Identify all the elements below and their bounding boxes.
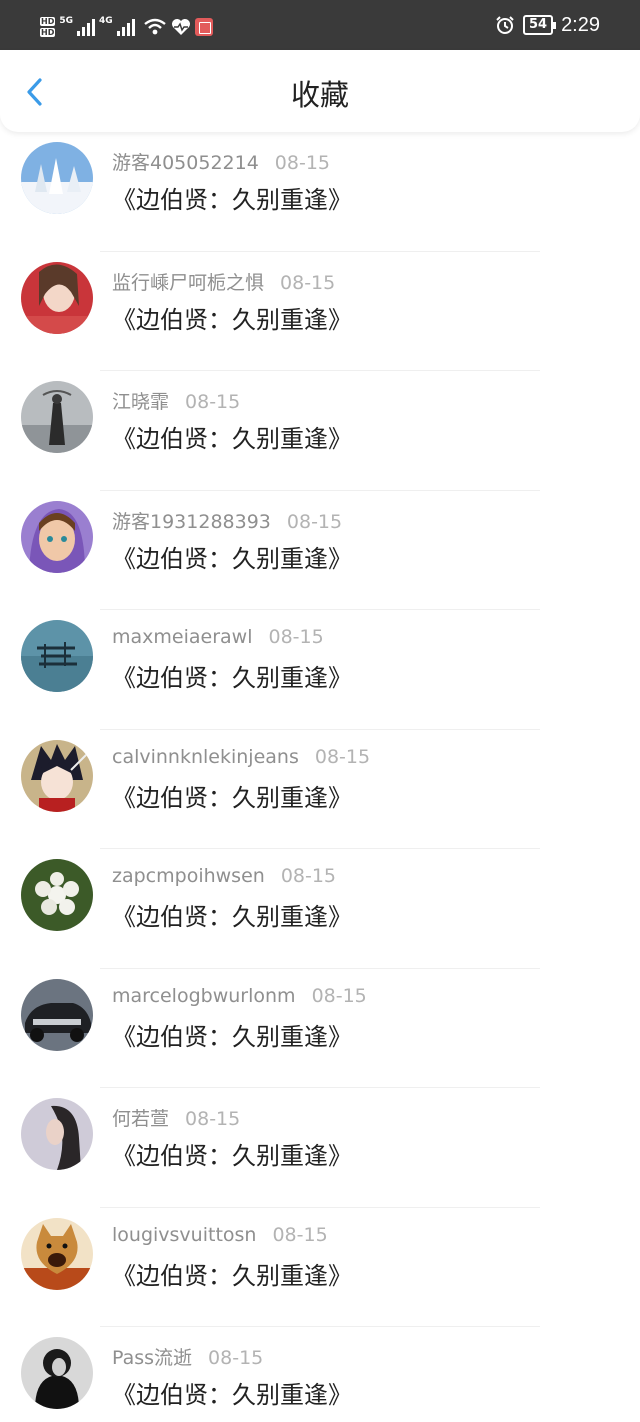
hd-indicator: HD HD: [40, 16, 56, 38]
avatar[interactable]: [21, 620, 93, 692]
hd-badge-2: HD: [40, 28, 56, 37]
username[interactable]: 监行嵊尸呵栀之惧: [112, 272, 264, 294]
username[interactable]: zapcmpoihwsen: [112, 865, 265, 887]
list-item[interactable]: 游客1931288393 08-15 《边伯贤：久别重逢》: [0, 491, 640, 610]
list-item[interactable]: marcelogbwurlonm 08-15 《边伯贤：久别重逢》: [0, 969, 640, 1088]
alarm-icon: [496, 16, 514, 34]
item-meta: Pass流逝 08-15: [112, 1343, 263, 1370]
list-item[interactable]: maxmeiaerawl 08-15 《边伯贤：久别重逢》: [0, 610, 640, 730]
book-title[interactable]: 《边伯贤：久别重逢》: [112, 1136, 352, 1171]
date: 08-15: [208, 1347, 264, 1369]
book-title[interactable]: 《边伯贤：久别重逢》: [112, 1017, 352, 1052]
reader-app-icon: [194, 18, 213, 36]
item-meta: 何若萱 08-15: [112, 1104, 240, 1131]
status-bar: HD HD 5G 4G 54 2:29: [0, 0, 640, 50]
heart-rate-icon: [171, 19, 190, 35]
battery-icon: 54: [522, 15, 557, 35]
username[interactable]: maxmeiaerawl: [112, 626, 252, 648]
username[interactable]: lougivsvuittosn: [112, 1224, 256, 1246]
book-title[interactable]: 《边伯贤：久别重逢》: [112, 897, 352, 932]
signal-icon-2: [116, 18, 135, 36]
item-meta: calvinnknlekinjeans 08-15: [112, 746, 370, 768]
favorites-list: 游客405052214 08-15 《边伯贤：久别重逢》 监行嵊尸呵栀之惧 08-1…: [0, 132, 640, 1422]
status-right: 54 2:29: [495, 12, 600, 38]
avatar[interactable]: [21, 261, 93, 334]
date: 08-15: [268, 626, 324, 648]
item-meta: 游客1931288393 08-15: [112, 507, 342, 534]
network-type-2: 4G: [99, 16, 113, 26]
avatar[interactable]: [21, 859, 93, 931]
date: 08-15: [185, 391, 241, 413]
page-title: 收藏: [290, 78, 349, 112]
book-title[interactable]: 《边伯贤：久别重逢》: [112, 419, 352, 454]
avatar[interactable]: [21, 1217, 93, 1290]
clock: 2:29: [561, 13, 600, 36]
avatar[interactable]: [21, 978, 93, 1051]
date: 08-15: [311, 984, 367, 1007]
book-title[interactable]: 《边伯贤：久别重逢》: [112, 1375, 352, 1410]
book-title[interactable]: 《边伯贤：久别重逢》: [112, 1256, 352, 1291]
list-item[interactable]: calvinnknlekinjeans 08-15 《边伯贤：久别重逢》: [0, 730, 640, 849]
username[interactable]: Pass流逝: [112, 1347, 192, 1369]
avatar[interactable]: [21, 381, 93, 453]
username[interactable]: marcelogbwurlonm: [112, 985, 296, 1007]
list-item[interactable]: 江晓霏 08-15 《边伯贤：久别重逢》: [0, 371, 640, 491]
date: 08-15: [185, 1108, 241, 1130]
signal-icon-1: [77, 18, 95, 36]
avatar[interactable]: [21, 1337, 93, 1409]
date: 08-15: [272, 1223, 328, 1246]
book-title[interactable]: 《边伯贤：久别重逢》: [112, 778, 352, 813]
item-meta: 游客405052214 08-15: [112, 148, 330, 175]
book-title[interactable]: 《边伯贤：久别重逢》: [112, 658, 352, 693]
avatar[interactable]: [21, 1098, 93, 1170]
status-left: HD HD 5G 4G: [40, 14, 213, 40]
date: 08-15: [314, 745, 371, 768]
item-meta: 江晓霏 08-15: [112, 387, 240, 414]
item-meta: marcelogbwurlonm 08-15: [112, 985, 367, 1007]
book-title[interactable]: 《边伯贤：久别重逢》: [112, 180, 352, 215]
wifi-icon: [143, 18, 166, 35]
book-title[interactable]: 《边伯贤：久别重逢》: [112, 539, 352, 574]
avatar[interactable]: [21, 142, 93, 214]
username[interactable]: 游客1931288393: [112, 511, 271, 533]
list-item[interactable]: 监行嵊尸呵栀之惧 08-15 《边伯贤：久别重逢》: [0, 252, 640, 371]
list-item[interactable]: 何若萱 08-15 《边伯贤：久别重逢》: [0, 1088, 640, 1208]
username[interactable]: 江晓霏: [112, 391, 169, 413]
avatar[interactable]: [21, 739, 93, 812]
book-title[interactable]: 《边伯贤：久别重逢》: [112, 300, 352, 335]
list-item[interactable]: Pass流逝 08-15 《边伯贤：久别重逢》: [0, 1327, 640, 1422]
nav-header: 收藏: [0, 50, 640, 132]
username[interactable]: 何若萱: [112, 1108, 169, 1130]
item-meta: lougivsvuittosn 08-15: [112, 1224, 328, 1246]
list-item[interactable]: lougivsvuittosn 08-15 《边伯贤：久别重逢》: [0, 1208, 640, 1327]
date: 08-15: [280, 271, 336, 294]
avatar[interactable]: [21, 500, 93, 573]
date: 08-15: [274, 152, 331, 174]
username[interactable]: 游客405052214: [112, 152, 259, 174]
list-item[interactable]: zapcmpoihwsen 08-15 《边伯贤：久别重逢》: [0, 849, 640, 969]
network-type-1: 5G: [59, 16, 73, 26]
list-item[interactable]: 游客405052214 08-15 《边伯贤：久别重逢》: [0, 132, 640, 252]
item-meta: 监行嵊尸呵栀之惧 08-15: [112, 268, 335, 295]
item-meta: zapcmpoihwsen 08-15: [112, 865, 336, 887]
item-meta: maxmeiaerawl 08-15: [112, 626, 324, 648]
date: 08-15: [286, 510, 343, 533]
username[interactable]: calvinnknlekinjeans: [112, 746, 299, 768]
hd-badge-1: HD: [40, 17, 56, 26]
date: 08-15: [280, 865, 337, 887]
